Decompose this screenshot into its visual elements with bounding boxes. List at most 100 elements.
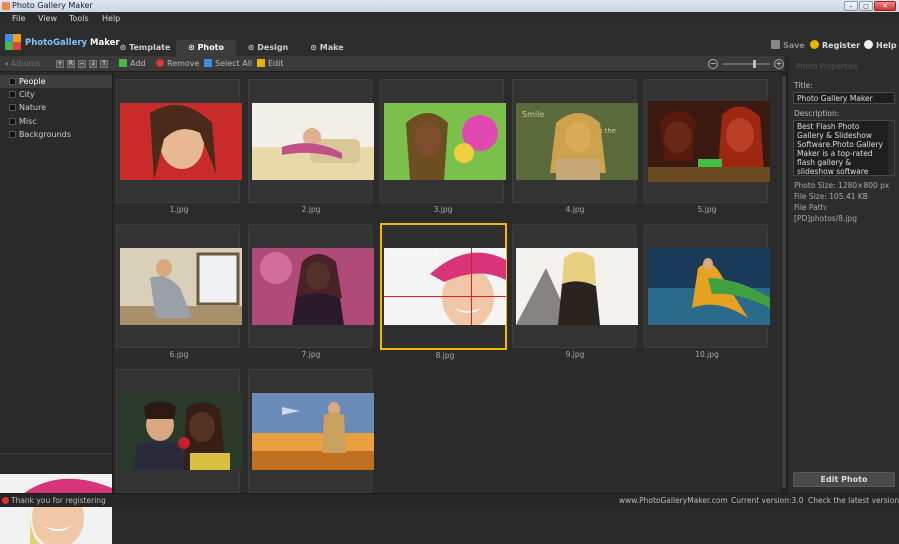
tab-make[interactable]: ⊙ Make [302, 40, 352, 56]
photo-image [516, 248, 638, 325]
photo-image [252, 103, 374, 180]
photo-image [252, 393, 374, 470]
save-button[interactable]: Save [771, 40, 805, 52]
edit-icon [257, 59, 265, 67]
app-icon [2, 2, 10, 10]
zoom-slider-handle[interactable] [753, 60, 756, 68]
add-album-button[interactable]: + [56, 60, 64, 68]
zoom-in-button[interactable]: + [774, 59, 784, 69]
selected-photo-preview [0, 474, 112, 544]
photo-filename: 8.jpg [435, 351, 455, 360]
edit-photo-button[interactable]: Edit Photo [793, 472, 895, 487]
photo-cell[interactable]: 3.jpg [380, 79, 506, 214]
window-titlebar: Photo Gallery Maker – ◻ ✕ [0, 0, 899, 12]
menu-file[interactable]: File [12, 12, 25, 26]
photo-image [384, 248, 506, 325]
photo-thumbnail [252, 248, 374, 325]
album-checkbox[interactable] [9, 78, 16, 85]
album-item-backgrounds[interactable]: Backgrounds [0, 128, 112, 141]
photo-cell[interactable]: Smile in the 4.jpg [512, 79, 638, 214]
focus-line-vertical[interactable] [471, 248, 472, 325]
logo-mark-icon [5, 34, 21, 50]
album-checkbox[interactable] [9, 118, 16, 125]
album-checkbox[interactable] [9, 104, 16, 111]
title-field[interactable] [793, 92, 895, 104]
remove-icon [156, 59, 164, 67]
minimize-button[interactable]: – [844, 1, 858, 11]
register-button[interactable]: Register [810, 40, 860, 52]
rename-album-button[interactable]: R [67, 60, 75, 68]
edit-photo-toolbar-button[interactable]: Edit [257, 58, 284, 70]
register-label: Register [822, 41, 861, 50]
move-album-up-button[interactable]: ↑ [100, 60, 108, 68]
album-label: People [19, 77, 46, 86]
file-path-value: [PD]photos/8.jpg [794, 214, 857, 223]
photo-filename: 3.jpg [433, 205, 453, 214]
album-item-people[interactable]: People [0, 75, 112, 88]
photo-cell[interactable]: 6.jpg [116, 224, 242, 359]
photo-cell[interactable] [248, 369, 374, 493]
photo-thumbnail [648, 101, 770, 182]
album-item-city[interactable]: City [0, 88, 112, 101]
photo-image [120, 248, 242, 325]
menu-view[interactable]: View [38, 12, 57, 26]
delete-album-button[interactable]: − [78, 60, 86, 68]
photo-thumbnail [252, 103, 374, 180]
description-text: Best Flash Photo Gallery & Slideshow Sof… [797, 122, 883, 176]
photo-icon: ⊙ [188, 43, 195, 52]
add-photo-button[interactable]: Add [119, 58, 146, 70]
save-label: Save [783, 41, 805, 50]
photo-image [648, 248, 770, 325]
description-scrollbar[interactable] [888, 121, 894, 175]
properties-panel-title: Photo Properties [796, 62, 858, 71]
grid-scrollbar-thumb[interactable] [782, 76, 786, 488]
photo-cell[interactable]: 9.jpg [512, 224, 638, 359]
menu-tools[interactable]: Tools [69, 12, 89, 26]
zoom-out-button[interactable]: − [708, 59, 718, 69]
maximize-button[interactable]: ◻ [859, 1, 873, 11]
photo-cell[interactable]: 2.jpg [248, 79, 374, 214]
photo-cell[interactable]: 10.jpg [644, 224, 770, 359]
photo-image: Smilein the [516, 103, 638, 180]
photo-thumbnail: Smile in the [516, 103, 638, 180]
zoom-slider[interactable] [722, 63, 770, 65]
save-icon [771, 40, 780, 49]
photo-image [648, 101, 770, 182]
register-icon [810, 40, 819, 49]
focus-readout: Focus:71%,61% [387, 250, 439, 258]
tab-template-label: Template [129, 43, 171, 52]
move-album-down-button[interactable]: ↓ [89, 60, 97, 68]
photo-filename: 9.jpg [565, 350, 585, 359]
tab-photo[interactable]: ⊙ Photo [176, 40, 236, 56]
help-button[interactable]: Help [864, 40, 897, 52]
check-version-link[interactable]: Check the latest version [808, 494, 899, 507]
website-link[interactable]: www.PhotoGalleryMaker.com [619, 494, 728, 507]
photo-image [120, 393, 242, 470]
photo-thumbnail [120, 393, 242, 470]
tab-design[interactable]: ⊙ Design [240, 40, 296, 56]
tab-template[interactable]: ⊙ Template [115, 40, 175, 56]
photo-thumbnail [516, 248, 638, 325]
description-field[interactable]: Best Flash Photo Gallery & Slideshow Sof… [793, 120, 895, 176]
photo-cell[interactable]: 1.jpg [116, 79, 242, 214]
album-item-nature[interactable]: Nature [0, 101, 112, 114]
select-all-icon [204, 59, 212, 67]
photo-cell[interactable]: 7.jpg [248, 224, 374, 359]
remove-photo-button[interactable]: Remove [156, 58, 199, 70]
photo-cell[interactable]: 5.jpg [644, 79, 770, 214]
album-item-misc[interactable]: Misc [0, 115, 112, 128]
edit-label: Edit [268, 59, 284, 68]
album-checkbox[interactable] [9, 131, 16, 138]
menu-help[interactable]: Help [102, 12, 120, 26]
photo-filename: 1.jpg [169, 205, 189, 214]
photo-thumbnail: Focus:71%,61% [384, 248, 506, 325]
photo-cell[interactable] [116, 369, 242, 493]
album-checkbox[interactable] [9, 91, 16, 98]
close-button[interactable]: ✕ [874, 1, 896, 11]
design-icon: ⊙ [247, 43, 255, 52]
album-label: City [19, 90, 35, 99]
photo-filename: 6.jpg [169, 350, 189, 359]
select-all-button[interactable]: Select All [204, 58, 252, 70]
app-header: PhotoGallery Maker ⊙ Template ⊙ Photo ⊙ … [0, 26, 899, 56]
photo-cell-selected[interactable]: Focus:71%,61% 8.jpg [380, 223, 507, 360]
